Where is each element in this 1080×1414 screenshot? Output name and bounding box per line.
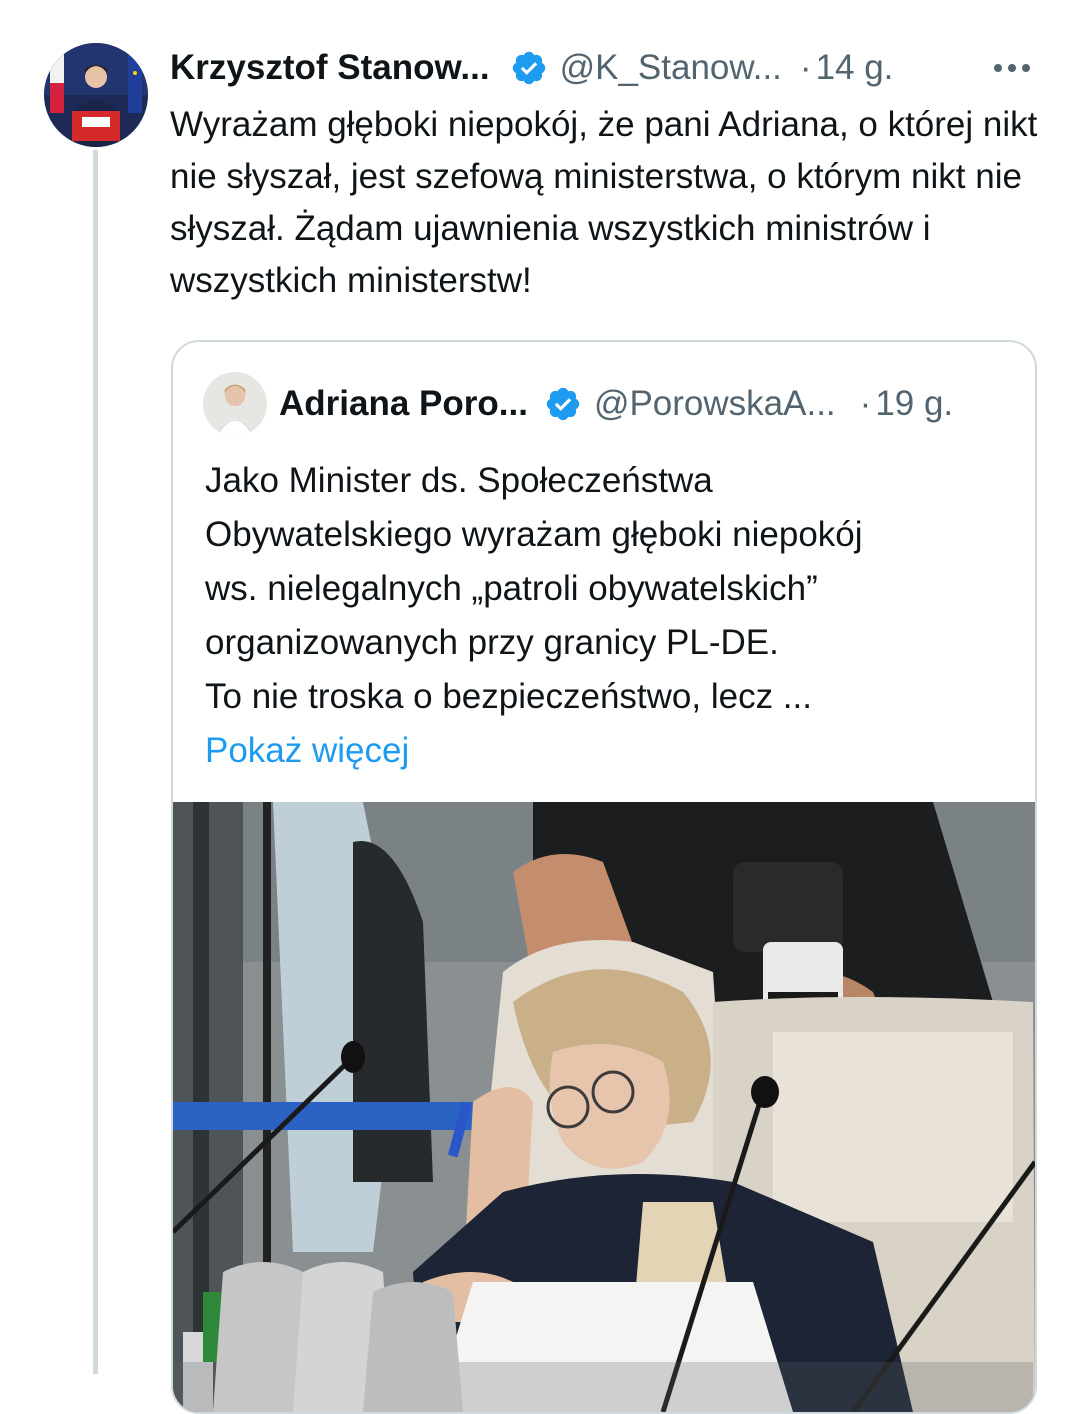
more-options-icon[interactable] (992, 40, 1032, 96)
quoted-tweet-photo[interactable] (173, 802, 1035, 1412)
quoted-tweet-text: Jako Minister ds. Społeczeństwa Obywatel… (205, 454, 1005, 778)
quoted-text-line: Jako Minister ds. Społeczeństwa (205, 461, 713, 500)
show-more-link[interactable]: Pokaż więcej (205, 724, 1005, 778)
quoted-text-line: To nie troska o bezpieczeństwo, lecz ... (205, 677, 812, 716)
quoted-tweet-card[interactable]: Adriana Poro... @PorowskaA... · 19 g. Ja… (171, 340, 1037, 1414)
quoted-tweet-header: Adriana Poro... @PorowskaA... · 19 g. (203, 372, 1005, 436)
tweet-timestamp[interactable]: 14 g. (816, 48, 894, 88)
author-name[interactable]: Krzysztof Stanow... (170, 48, 490, 88)
quoted-author-avatar[interactable] (203, 372, 267, 436)
quoted-author-handle[interactable]: @PorowskaA... (594, 384, 836, 424)
verified-badge-icon (544, 385, 582, 423)
author-avatar[interactable] (44, 43, 148, 147)
separator-dot: · (799, 48, 812, 87)
author-handle[interactable]: @K_Stanow... (560, 48, 782, 88)
thread-connector-line (93, 150, 98, 1374)
quoted-author-name[interactable]: Adriana Poro... (279, 384, 528, 424)
quoted-tweet-timestamp[interactable]: 19 g. (875, 384, 953, 424)
tweet-text: Wyrażam głęboki niepokój, że pani Adrian… (170, 105, 1038, 300)
tweet-header: Krzysztof Stanow... @K_Stanow... · 14 g. (170, 40, 1040, 96)
quoted-text-line: ws. nielegalnych „patroli obywatelskich” (205, 569, 818, 608)
verified-badge-icon (510, 49, 548, 87)
separator-dot: · (859, 384, 872, 423)
quoted-text-line: Obywatelskiego wyrażam głęboki niepokój (205, 515, 863, 554)
quoted-text-line: organizowanych przy granicy PL-DE. (205, 623, 779, 662)
